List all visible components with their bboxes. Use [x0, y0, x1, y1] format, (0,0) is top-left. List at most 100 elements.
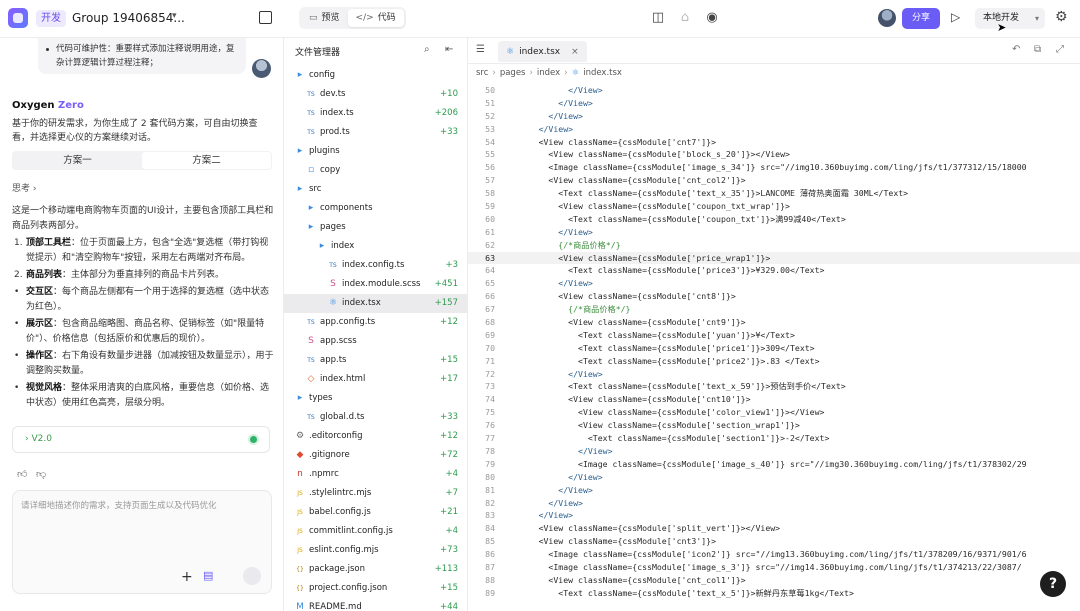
share-button[interactable]: 分享	[902, 8, 940, 29]
code-line[interactable]: 51 </View>	[468, 97, 1080, 110]
code-line[interactable]: 66 <View className={cssModule['cnt8']}>	[468, 290, 1080, 303]
code-line[interactable]: 56 <Image className={cssModule['image_s_…	[468, 161, 1080, 174]
send-button[interactable]	[243, 567, 261, 585]
tree-item[interactable]: Sapp.scss	[284, 332, 467, 351]
tree-item[interactable]: ◆ .gitignore +72	[284, 446, 467, 465]
code-line[interactable]: 59 <View className={cssModule['coupon_tx…	[468, 200, 1080, 213]
code-line[interactable]: 71 <Text className={cssModule['price2']}…	[468, 355, 1080, 368]
env-select[interactable]: 本地开发 ▾	[975, 8, 1045, 29]
tree-item[interactable]: TS app.config.ts +12	[284, 313, 467, 332]
book-icon[interactable]: ▤	[203, 569, 213, 582]
version-card[interactable]: › V2.0	[12, 426, 270, 453]
code-line[interactable]: 50 </View>	[468, 84, 1080, 97]
expand-icon[interactable]: ⤢	[1056, 44, 1064, 55]
tree-item[interactable]: Sindex.module.scss +451	[284, 275, 467, 294]
code-line[interactable]: 68 <View className={cssModule['cnt9']}>	[468, 316, 1080, 329]
code-area[interactable]: 50 </View> 51 </View> 52 </View> 53 </View>…	[468, 84, 1080, 600]
sidebar-toggle-icon[interactable]	[259, 11, 272, 24]
bug-icon[interactable]: ⌂	[677, 10, 693, 26]
tree-item[interactable]: ▸ src	[284, 180, 467, 199]
think-toggle[interactable]: 思考 ›	[12, 181, 37, 194]
chevron-down-icon[interactable]: ▾	[172, 11, 177, 21]
code-line[interactable]: 78 </View>	[468, 445, 1080, 458]
menu-icon[interactable]: ☰	[476, 44, 485, 55]
code-line[interactable]: 80 </View>	[468, 471, 1080, 484]
code-line[interactable]: 89 <Text className={cssModule['text_x_5'…	[468, 587, 1080, 600]
tree-item[interactable]: TS index.config.ts +3	[284, 256, 467, 275]
tree-item[interactable]: ▸ types	[284, 389, 467, 408]
code-line[interactable]: 57 <View className={cssModule['cnt_col2'…	[468, 174, 1080, 187]
breadcrumb-item[interactable]: src	[476, 68, 488, 78]
code-line[interactable]: 53 </View>	[468, 123, 1080, 136]
code-line[interactable]: 76 <View className={cssModule['section_w…	[468, 419, 1080, 432]
breadcrumb-item[interactable]: pages	[500, 68, 526, 78]
tree-item[interactable]: TS global.d.ts +33	[284, 408, 467, 427]
tab-plan-1[interactable]: 方案一	[13, 152, 142, 169]
code-line[interactable]: 77 <Text className={cssModule['section1'…	[468, 432, 1080, 445]
tree-item[interactable]: TS dev.ts +10	[284, 85, 467, 104]
code-line[interactable]: 55 <View className={cssModule['block_s_2…	[468, 148, 1080, 161]
gear-icon[interactable]: ⚙	[1055, 9, 1068, 25]
tree-item[interactable]: ▫ copy	[284, 161, 467, 180]
code-line[interactable]: 69 <Text className={cssModule['yuan']}>¥…	[468, 329, 1080, 342]
code-line[interactable]: 79 <Image className={cssModule['image_s_…	[468, 458, 1080, 471]
code-line[interactable]: 67 {/*商品价格*/}	[468, 303, 1080, 316]
code-line[interactable]: 54 <View className={cssModule['cnt7']}>	[468, 136, 1080, 149]
tree-item[interactable]: ▸ plugins	[284, 142, 467, 161]
split-view-icon[interactable]: ◫	[650, 10, 666, 26]
tree-item[interactable]: ◇ index.html +17	[284, 370, 467, 389]
tab-preview[interactable]: ▭ 预览	[301, 9, 348, 27]
code-line[interactable]: 58 <Text className={cssModule['text_x_35…	[468, 187, 1080, 200]
tab-code[interactable]: </> 代码	[347, 9, 404, 27]
code-line[interactable]: 74 <View className={cssModule['cnt10']}>	[468, 393, 1080, 406]
breadcrumb-item[interactable]: index.tsx	[583, 68, 622, 78]
tree-item[interactable]: JS eslint.config.mjs +73	[284, 541, 467, 560]
tree-item[interactable]: ▸ components	[284, 199, 467, 218]
tree-item[interactable]: ▸ config	[284, 66, 467, 85]
avatar[interactable]	[878, 9, 896, 27]
tree-item[interactable]: ⚙ .editorconfig +12	[284, 427, 467, 446]
thumbs-down-icon[interactable]: 👎︎	[36, 468, 46, 480]
code-line[interactable]: 75 <View className={cssModule['color_vie…	[468, 406, 1080, 419]
code-line[interactable]: 61 </View>	[468, 226, 1080, 239]
close-icon[interactable]: ×	[571, 47, 579, 57]
project-title[interactable]: Group 19406854...	[72, 10, 185, 27]
code-line[interactable]: 65 </View>	[468, 277, 1080, 290]
tree-item[interactable]: JS .stylelintrc.mjs +7	[284, 484, 467, 503]
plus-icon[interactable]: +	[181, 569, 193, 585]
code-line[interactable]: 64 <Text className={cssModule['price3']}…	[468, 264, 1080, 277]
chat-input[interactable]	[21, 499, 265, 559]
code-line[interactable]: 87 <Image className={cssModule['image_s_…	[468, 561, 1080, 574]
code-line[interactable]: 86 <Image className={cssModule['icon2']}…	[468, 548, 1080, 561]
code-line[interactable]: 62 {/*商品价格*/}	[468, 239, 1080, 252]
tree-item[interactable]: {} package.json +113	[284, 560, 467, 579]
code-line[interactable]: 83 </View>	[468, 509, 1080, 522]
help-button[interactable]: ?	[1040, 571, 1066, 597]
tab-index-tsx[interactable]: ⚛ index.tsx ×	[498, 41, 587, 62]
code-line[interactable]: 70 <Text className={cssModule['price1']}…	[468, 342, 1080, 355]
tree-item[interactable]: M README.md +44	[284, 598, 467, 611]
tree-item[interactable]: JS commitlint.config.js +4	[284, 522, 467, 541]
tree-item[interactable]: ▸ index	[284, 237, 467, 256]
tab-plan-2[interactable]: 方案二	[142, 152, 271, 169]
breadcrumb-item[interactable]: index	[537, 68, 560, 78]
code-line[interactable]: 72 </View>	[468, 368, 1080, 381]
thumbs-up-icon[interactable]: 👍︎	[17, 468, 27, 480]
tree-item[interactable]: JS babel.config.js +21	[284, 503, 467, 522]
code-line[interactable]: 52 </View>	[468, 110, 1080, 123]
tree-item[interactable]: TS app.ts +15	[284, 351, 467, 370]
copy-icon[interactable]: ⧉	[1034, 44, 1041, 55]
code-line[interactable]: 85 <View className={cssModule['cnt3']}>	[468, 535, 1080, 548]
undo-icon[interactable]: ↶	[1012, 44, 1020, 55]
play-icon[interactable]: ▷	[951, 10, 960, 24]
github-icon[interactable]: ◉	[704, 10, 720, 26]
code-line[interactable]: 88 <View className={cssModule['cnt_col1'…	[468, 574, 1080, 587]
code-line[interactable]: 73 <Text className={cssModule['text_x_59…	[468, 380, 1080, 393]
tree-item[interactable]: n .npmrc +4	[284, 465, 467, 484]
tree-item[interactable]: ▸ pages	[284, 218, 467, 237]
code-line[interactable]: 84 <View className={cssModule['split_ver…	[468, 522, 1080, 535]
collapse-all-icon[interactable]: ⇤	[445, 44, 453, 55]
code-line[interactable]: 63 <View className={cssModule['price_wra…	[468, 251, 1080, 265]
tree-item[interactable]: TS index.ts +206	[284, 104, 467, 123]
search-icon[interactable]: ⌕	[424, 44, 430, 55]
